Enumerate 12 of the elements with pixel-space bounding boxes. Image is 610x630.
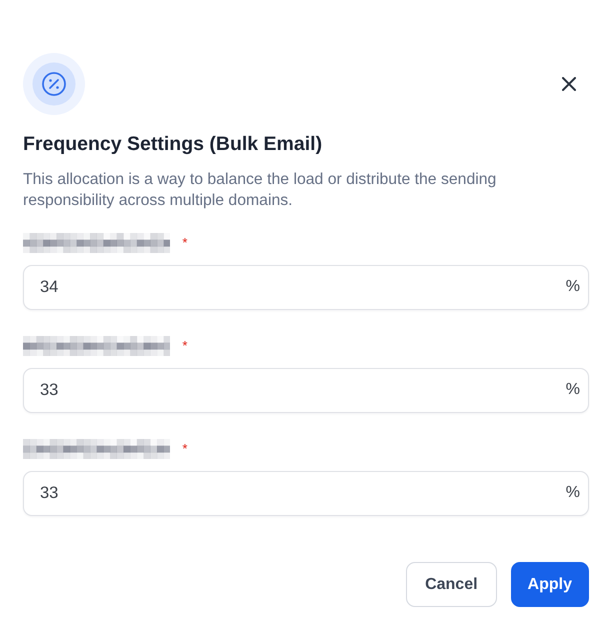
required-mark: * bbox=[182, 442, 188, 456]
required-mark: * bbox=[182, 339, 188, 353]
percent-suffix: % bbox=[566, 483, 580, 503]
percent-suffix: % bbox=[566, 380, 580, 400]
apply-button[interactable]: Apply bbox=[510, 562, 589, 607]
cancel-button[interactable]: Cancel bbox=[406, 562, 497, 607]
dialog-description: This allocation is a way to balance the load or distribute the sending responsibility across multiple domains. bbox=[23, 170, 498, 211]
percent-suffix: % bbox=[566, 277, 580, 297]
dialog-title: Frequency Settings (Bulk Email) bbox=[23, 132, 324, 156]
percent-icon bbox=[23, 53, 85, 115]
close-icon bbox=[562, 77, 576, 91]
required-mark: * bbox=[182, 236, 188, 250]
